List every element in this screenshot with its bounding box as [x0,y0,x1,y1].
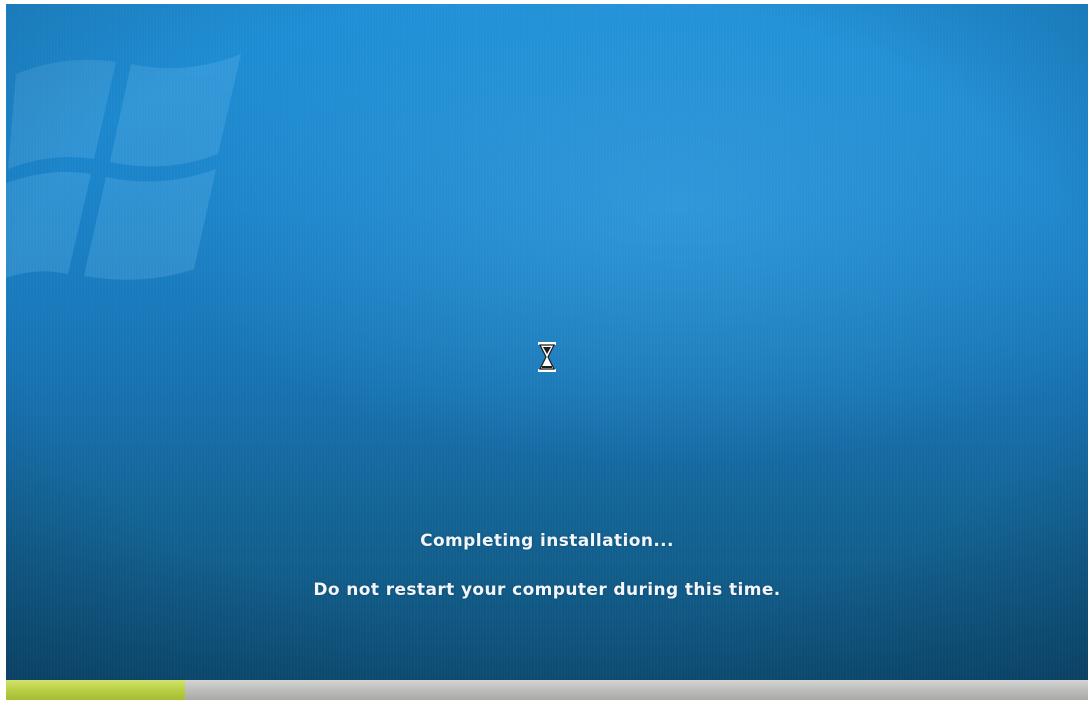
status-title: Completing installation... [420,531,674,551]
setup-screen: Completing installation... Do not restar… [6,4,1088,680]
progress-bar-fill [6,680,185,700]
windows-logo-icon [6,54,241,280]
progress-bar [6,680,1088,700]
status-warning: Do not restart your computer during this… [313,580,781,600]
hourglass-icon [538,342,556,372]
photo-frame: Completing installation... Do not restar… [0,0,1090,701]
